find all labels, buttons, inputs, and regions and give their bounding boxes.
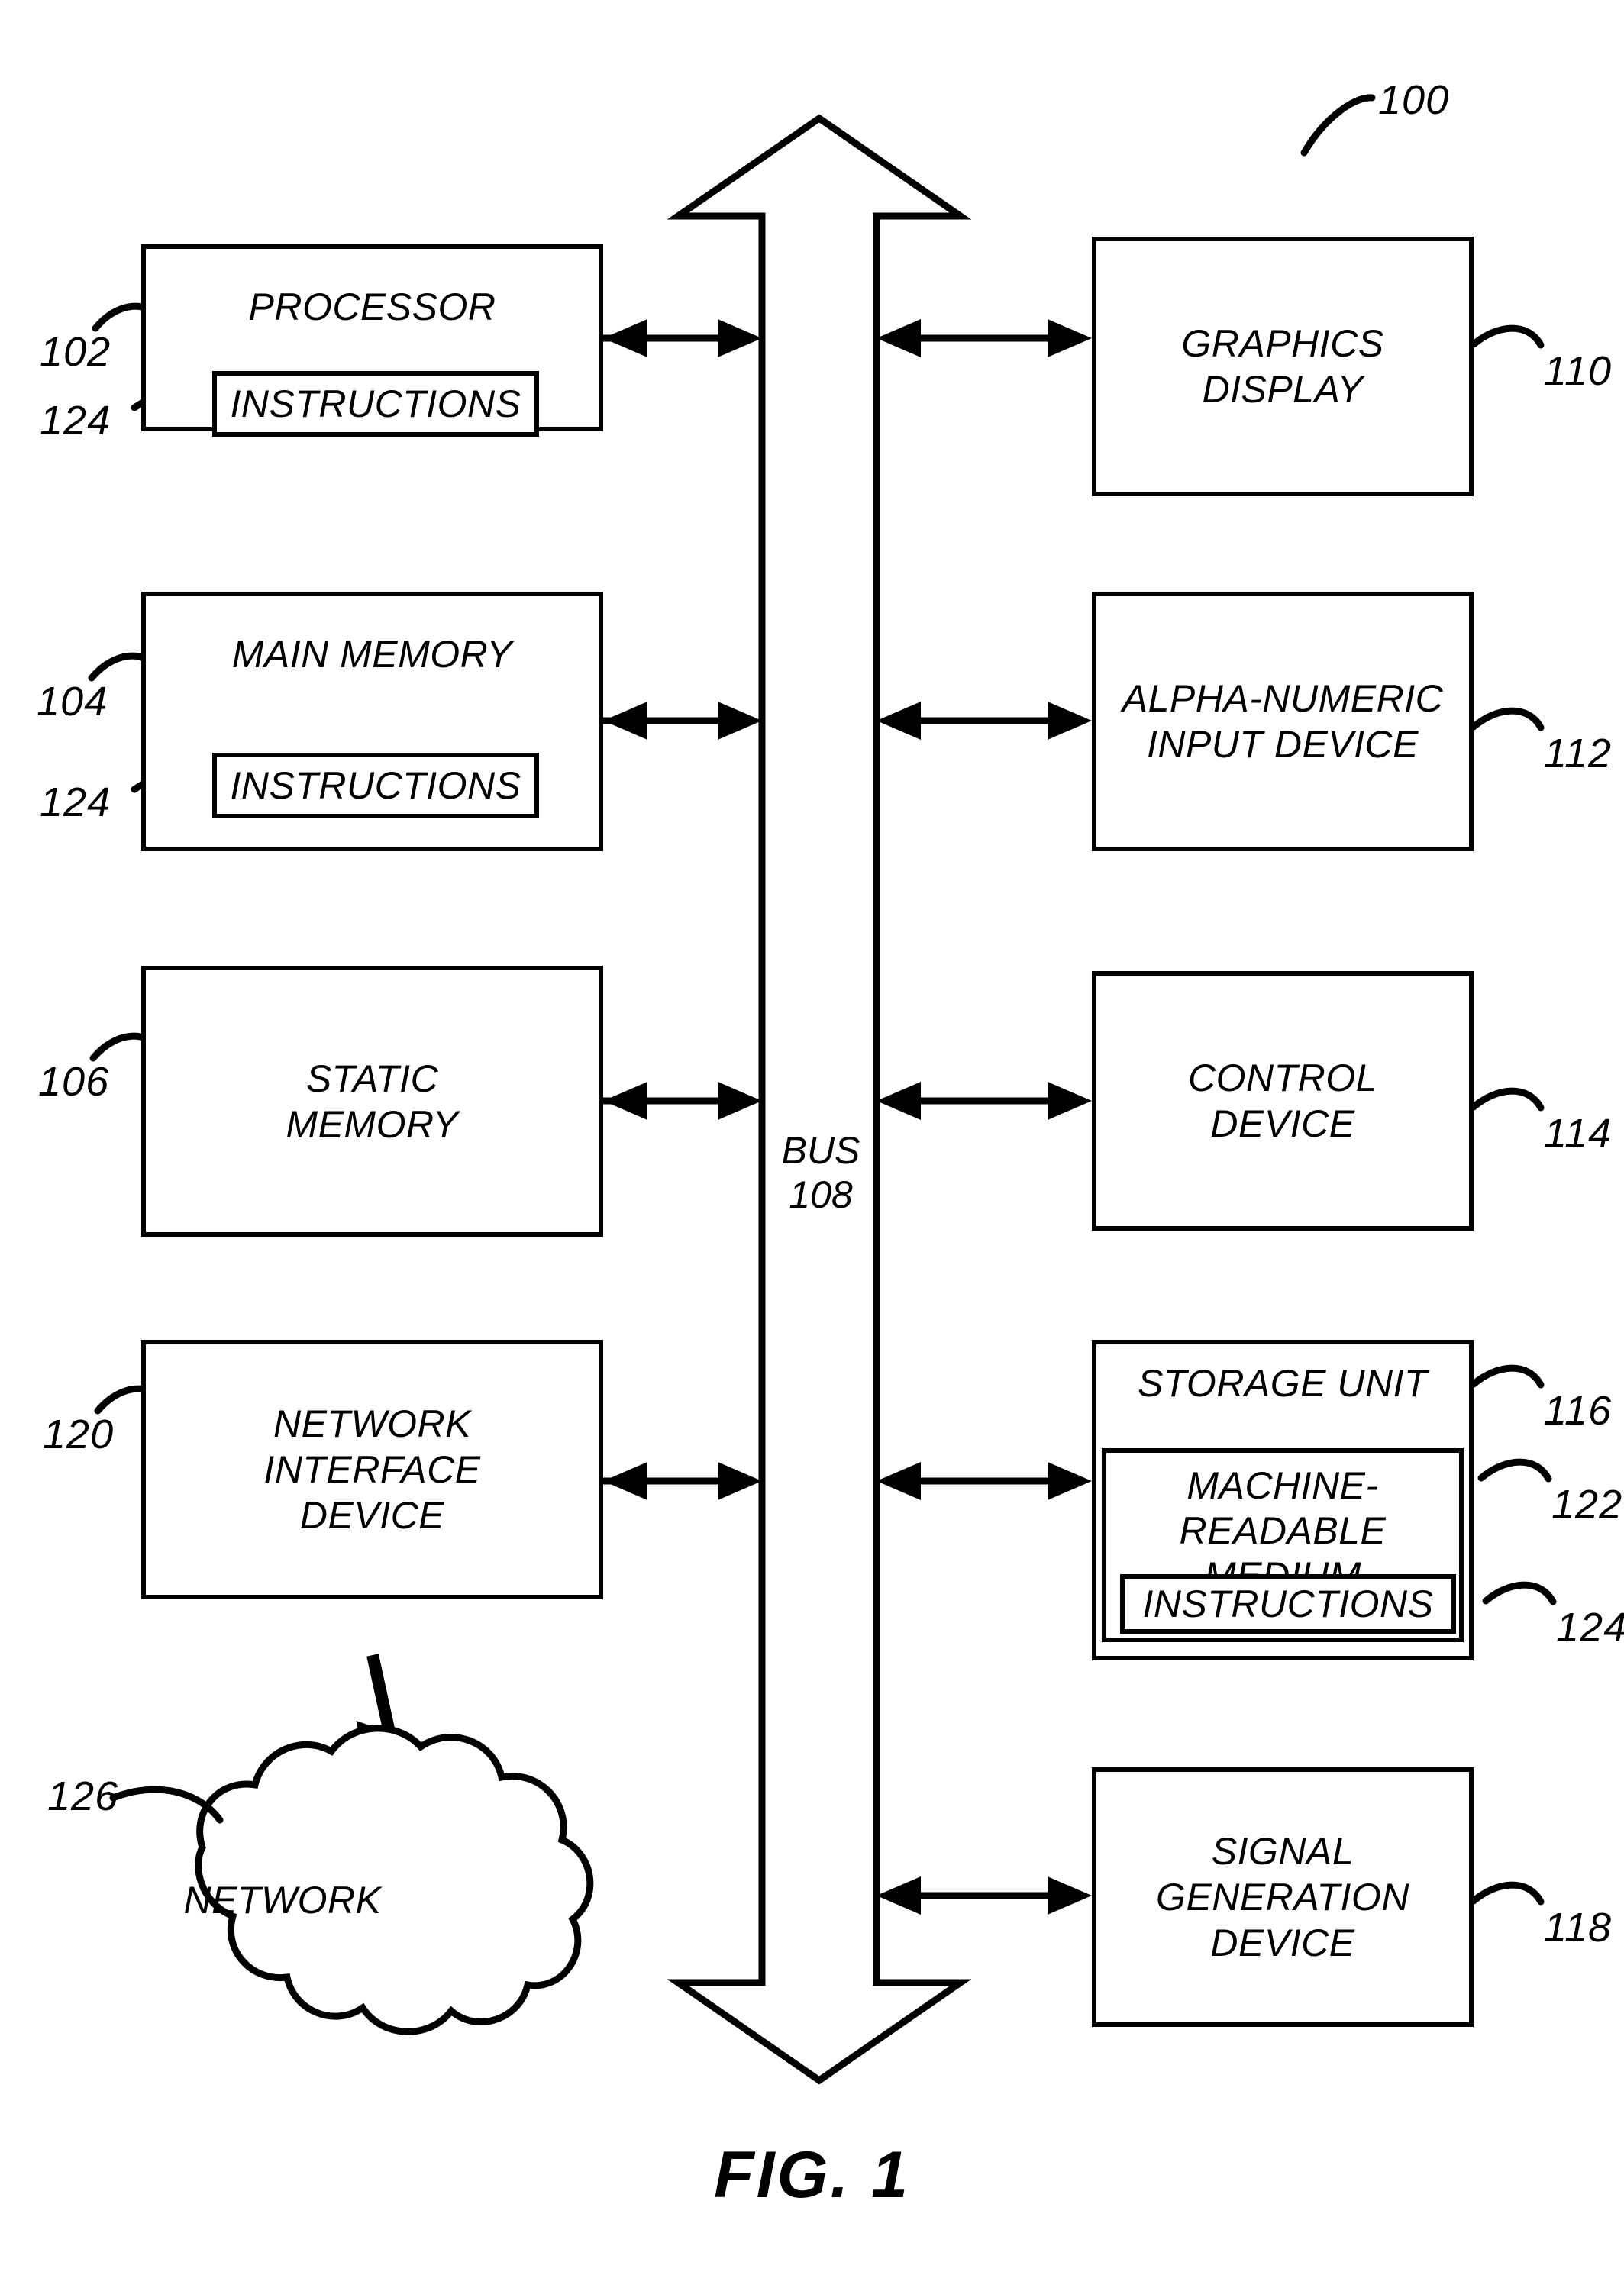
figure-caption: FIG. 1 — [714, 2138, 910, 2212]
ref-numeral-104: 104 — [37, 679, 108, 724]
ref-numeral-114: 114 — [1544, 1111, 1613, 1157]
bus-label: BUS 108 — [781, 1129, 860, 1216]
block-graphics-display-label: GRAPHICS DISPLAY — [1181, 322, 1384, 411]
block-control-device[interactable]: CONTROL DEVICE — [1092, 971, 1474, 1231]
ref-numeral-100: 100 — [1378, 77, 1450, 123]
block-signal-generation-device[interactable]: SIGNAL GENERATION DEVICE — [1092, 1767, 1474, 2027]
ref-numeral-120: 120 — [43, 1412, 115, 1457]
block-alphanumeric-input-device[interactable]: ALPHA-NUMERIC INPUT DEVICE — [1092, 592, 1474, 851]
ref-numeral-126: 126 — [47, 1773, 119, 1819]
block-alphanumeric-input-device-label: ALPHA-NUMERIC INPUT DEVICE — [1122, 677, 1444, 766]
wireless-lightning-bolt — [356, 1654, 399, 1828]
ref-numeral-124-processor: 124 — [40, 398, 111, 444]
block-network-interface-device[interactable]: NETWORK INTERFACE DEVICE — [141, 1340, 603, 1599]
block-storage-instructions-label: INSTRUCTIONS — [1142, 1582, 1434, 1625]
ref-numeral-106: 106 — [38, 1059, 110, 1105]
connector-main-memory-bus — [603, 702, 762, 740]
connector-static-memory-bus — [603, 1082, 762, 1120]
block-control-device-label: CONTROL DEVICE — [1188, 1057, 1377, 1145]
block-graphics-display[interactable]: GRAPHICS DISPLAY — [1092, 237, 1474, 496]
block-processor-instructions[interactable]: INSTRUCTIONS — [212, 371, 539, 437]
block-main-memory-label: MAIN MEMORY — [231, 633, 513, 676]
block-static-memory[interactable]: STATIC MEMORY — [141, 966, 603, 1237]
ref-numeral-124-main-memory: 124 — [40, 779, 111, 825]
block-network-interface-device-label: NETWORK INTERFACE DEVICE — [263, 1402, 481, 1537]
connector-processor-bus — [603, 319, 762, 357]
ref-numeral-124-storage: 124 — [1556, 1605, 1624, 1651]
connector-bus-storage-unit — [877, 1462, 1092, 1500]
block-static-memory-label: STATIC MEMORY — [286, 1057, 459, 1146]
network-cloud-label: NETWORK — [183, 1879, 382, 1922]
bus-double-arrow — [667, 114, 972, 2085]
connector-bus-alphanumeric-input — [877, 702, 1092, 740]
block-storage-instructions[interactable]: INSTRUCTIONS — [1120, 1574, 1456, 1634]
connector-bus-signal-generation — [877, 1876, 1092, 1915]
ref-numeral-118: 118 — [1544, 1905, 1613, 1951]
ref-numeral-112: 112 — [1544, 731, 1613, 776]
connector-network-interface-bus — [603, 1462, 762, 1500]
block-processor-label: PROCESSOR — [248, 286, 496, 328]
ref-numeral-110: 110 — [1544, 348, 1613, 394]
block-signal-generation-device-label: SIGNAL GENERATION DEVICE — [1156, 1830, 1409, 1964]
patent-figure: PROCESSOR INSTRUCTIONS MAIN MEMORY INSTR… — [0, 0, 1624, 2275]
ref-numeral-102: 102 — [40, 329, 111, 375]
block-main-memory-instructions[interactable]: INSTRUCTIONS — [212, 753, 539, 818]
block-main-memory-instructions-label: INSTRUCTIONS — [230, 763, 521, 807]
block-storage-unit-label: STORAGE UNIT — [1137, 1362, 1429, 1405]
connector-bus-graphics-display — [877, 319, 1092, 357]
connector-bus-control-device — [877, 1082, 1092, 1120]
block-processor-instructions-label: INSTRUCTIONS — [230, 382, 521, 425]
ref-numeral-122: 122 — [1551, 1482, 1623, 1528]
ref-numeral-116: 116 — [1544, 1388, 1613, 1434]
